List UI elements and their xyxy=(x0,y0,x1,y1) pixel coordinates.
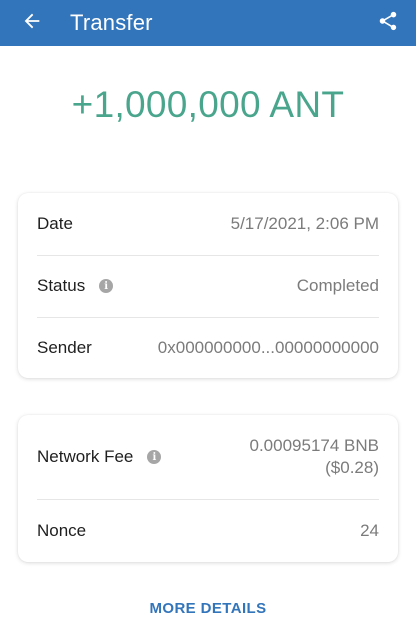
network-fee-value-group: 0.00095174 BNB ($0.28) xyxy=(250,435,380,479)
status-row: Status i Completed xyxy=(18,255,398,317)
info-icon[interactable]: i xyxy=(99,279,114,293)
arrow-left-icon xyxy=(21,10,43,37)
sender-label: Sender xyxy=(37,337,92,357)
info-icon[interactable]: i xyxy=(147,450,162,464)
date-label: Date xyxy=(37,214,73,233)
network-fee-row: Network Fee i 0.00095174 BNB ($0.28) xyxy=(18,415,398,499)
date-value: 5/17/2021, 2:06 PM xyxy=(230,214,379,233)
network-fee-label: Network Fee xyxy=(37,447,134,466)
page-title: Transfer xyxy=(70,10,153,35)
transfer-amount: +1,000,000 ANT xyxy=(71,84,345,125)
sender-address[interactable]: 0x000000000...00000000000 xyxy=(158,337,379,359)
nonce-value: 24 xyxy=(360,520,379,540)
nonce-label: Nonce xyxy=(37,520,87,540)
share-button[interactable] xyxy=(376,11,400,35)
fee-details-card: Network Fee i 0.00095174 BNB ($0.28) Non… xyxy=(18,415,398,562)
network-fee-label-group: Network Fee i xyxy=(37,447,162,467)
network-fee-fiat: ($0.28) xyxy=(325,458,379,477)
sender-row[interactable]: Sender 0x000000000...00000000000 xyxy=(18,317,398,378)
back-button[interactable] xyxy=(20,11,44,35)
status-value: Completed xyxy=(296,276,379,295)
transfer-screen: Transfer +1,000,000 ANT Date 5/17/2021, … xyxy=(0,0,416,640)
share-icon xyxy=(377,10,399,37)
network-fee-value: 0.00095174 BNB xyxy=(249,436,380,455)
status-label: Status xyxy=(37,276,86,295)
more-details-button[interactable]: MORE DETAILS xyxy=(0,600,416,617)
status-label-group: Status i xyxy=(37,276,114,296)
date-row: Date 5/17/2021, 2:06 PM xyxy=(18,193,398,255)
transaction-details-card: Date 5/17/2021, 2:06 PM Status i Complet… xyxy=(18,193,398,378)
nonce-row: Nonce 24 xyxy=(18,499,398,562)
app-bar: Transfer xyxy=(0,0,416,46)
